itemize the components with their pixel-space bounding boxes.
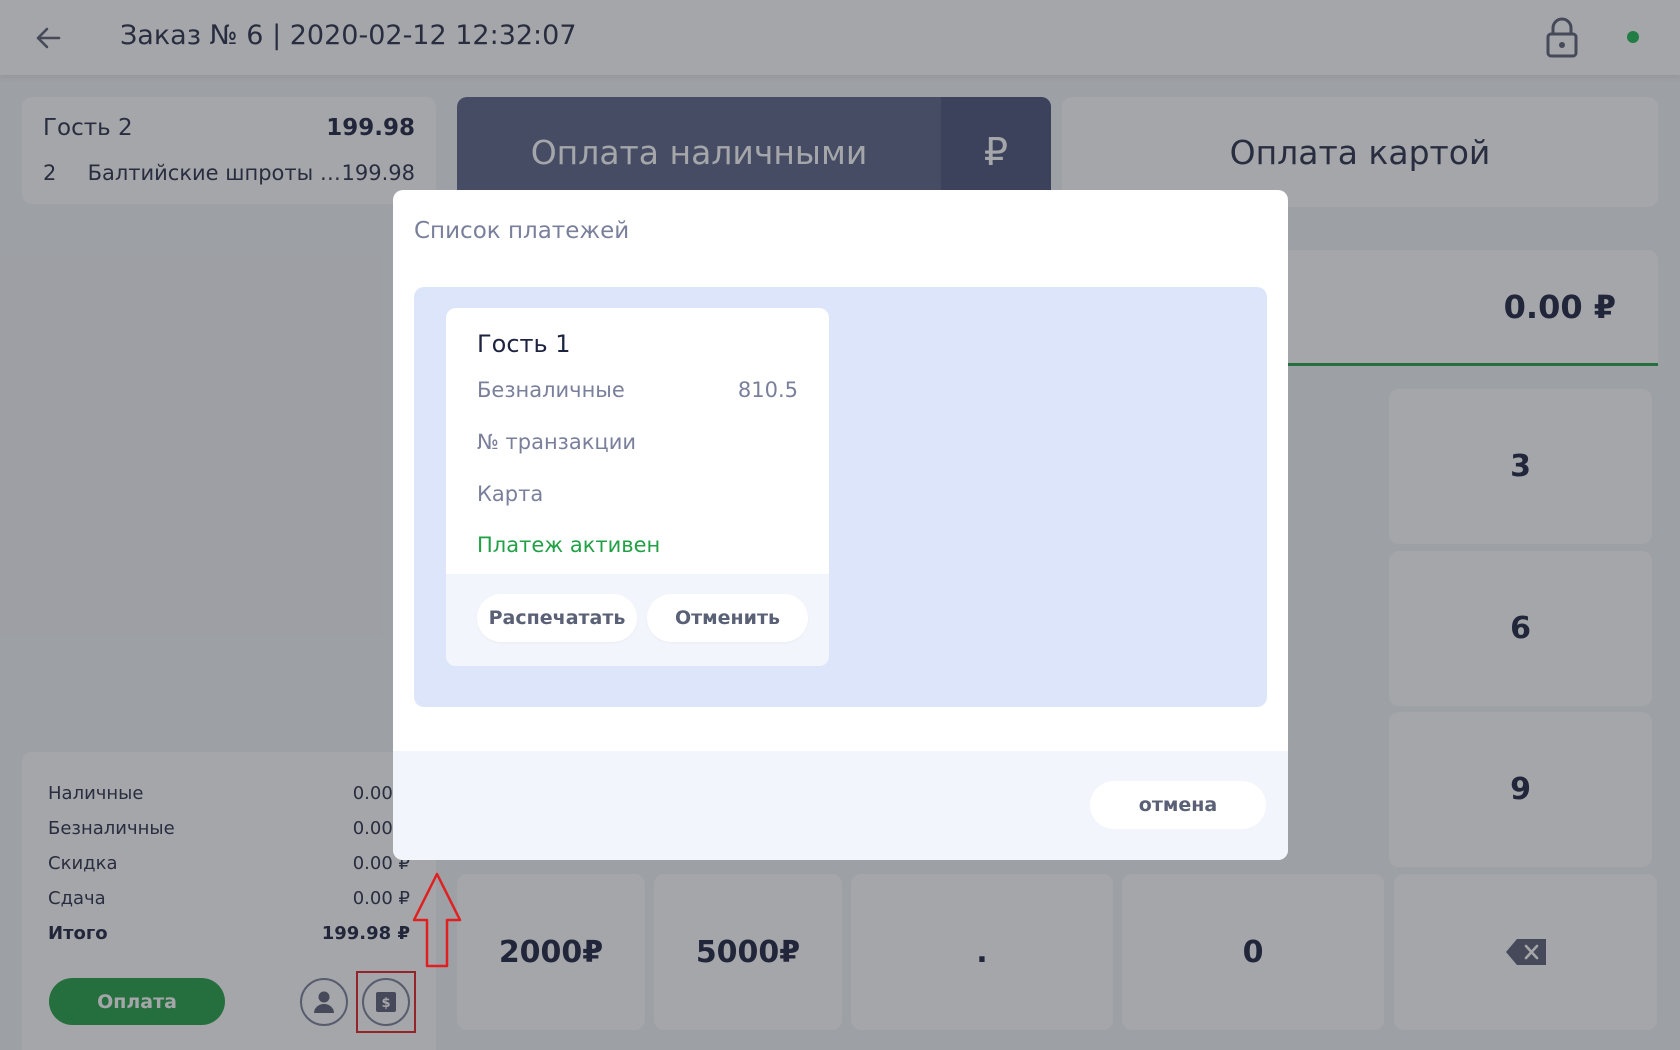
card-row: Карта	[477, 482, 798, 506]
payment-status: Платеж активен	[477, 533, 661, 557]
payment-amount: 810.5	[737, 378, 798, 402]
payments-list-dialog: Список платежей Гость 1 Безналичные 810.…	[393, 190, 1288, 860]
dialog-cancel-button[interactable]: отмена	[1090, 781, 1266, 829]
payment-status-row: Платеж активен	[477, 533, 798, 557]
card-label: Карта	[477, 482, 544, 506]
payments-list: Гость 1 Безналичные 810.5 № транзакции К…	[414, 287, 1267, 707]
payment-card-actions: Распечатать Отменить	[446, 574, 829, 666]
dialog-footer: отмена	[393, 751, 1288, 860]
cancel-payment-button[interactable]: Отменить	[647, 594, 808, 642]
print-button[interactable]: Распечатать	[477, 594, 637, 642]
payment-guest-name: Гость 1	[477, 330, 571, 358]
dialog-title: Список платежей	[414, 218, 630, 244]
payment-card: Гость 1 Безналичные 810.5 № транзакции К…	[446, 308, 829, 666]
transaction-number-label: № транзакции	[477, 430, 636, 454]
payment-type-row: Безналичные 810.5	[477, 378, 798, 402]
payment-type-label: Безналичные	[477, 378, 625, 402]
transaction-number-row: № транзакции	[477, 430, 798, 454]
arrow-up-annotation-icon	[412, 872, 462, 968]
